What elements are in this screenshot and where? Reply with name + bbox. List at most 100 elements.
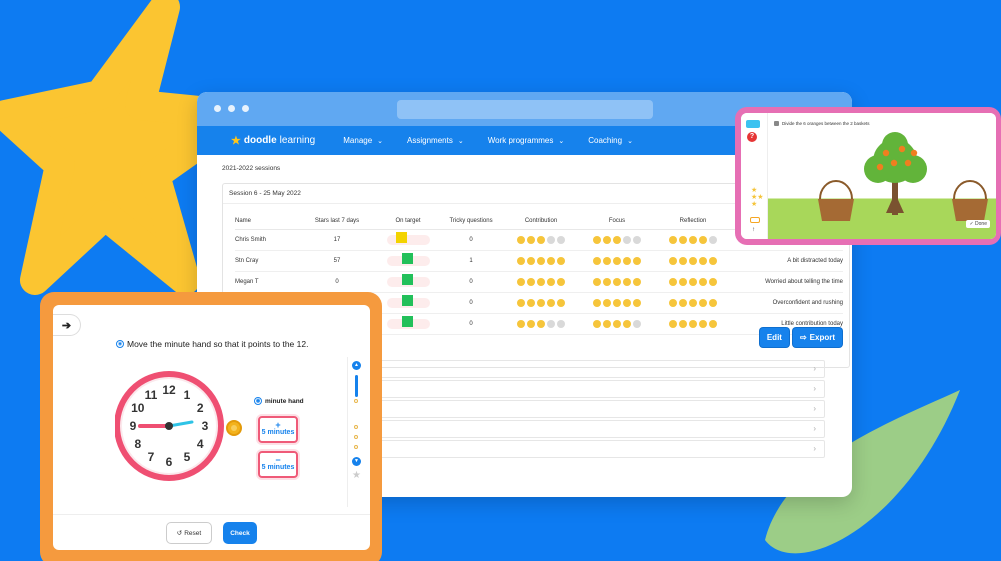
rating-dot xyxy=(527,278,535,286)
rating-dot xyxy=(633,257,641,265)
tablet-frame: ? ★ ★★ ★ ↑ Divide the 6 oranges between th… xyxy=(735,107,1001,245)
export-label: Export xyxy=(809,333,835,342)
rating-dot xyxy=(537,320,545,328)
rating-dot xyxy=(593,320,601,328)
window-dot xyxy=(214,105,221,112)
reset-icon: ↺ xyxy=(176,530,183,537)
cell-focus[interactable] xyxy=(579,229,655,251)
rating-dot xyxy=(593,278,601,286)
nav-label: Assignments xyxy=(407,136,453,145)
rating-dot xyxy=(669,299,677,307)
col-name[interactable]: Name xyxy=(235,214,297,230)
cell-focus[interactable] xyxy=(579,292,655,314)
rating-dot xyxy=(679,236,687,244)
rating-dot xyxy=(527,299,535,307)
cell-reflection[interactable] xyxy=(655,313,731,335)
rating-dot xyxy=(613,257,621,265)
arrow-up-icon[interactable]: ↑ xyxy=(752,227,755,233)
cell-contribution[interactable] xyxy=(503,292,579,314)
rating-dot xyxy=(557,236,565,244)
star-icon: ★ xyxy=(231,135,241,147)
col-stars[interactable]: Stars last 7 days xyxy=(297,214,377,230)
col-target[interactable]: On target xyxy=(377,214,439,230)
rating-dot xyxy=(709,278,717,286)
clock-number: 7 xyxy=(148,450,155,464)
rating-dot xyxy=(603,299,611,307)
analog-clock[interactable]: 12 12 3 45678 9 1011 xyxy=(115,364,224,489)
rating-dot xyxy=(537,278,545,286)
cell-tricky: 0 xyxy=(439,313,503,335)
cell-reflection[interactable] xyxy=(655,292,731,314)
rating-dot xyxy=(517,236,525,244)
tablet-chip[interactable] xyxy=(746,120,760,128)
cell-focus[interactable] xyxy=(579,271,655,293)
progress-scrollbar[interactable]: ▲ ▼ ★ xyxy=(347,357,365,507)
nav-work-programmes[interactable]: Work programmes ⌄ xyxy=(488,136,565,145)
cell-target xyxy=(377,292,439,314)
cell-focus[interactable] xyxy=(579,313,655,335)
col-contribution[interactable]: Contribution xyxy=(503,214,579,230)
rating-dot xyxy=(699,320,707,328)
edit-button[interactable]: Edit xyxy=(759,328,789,347)
rating-dot xyxy=(689,299,697,307)
done-button[interactable]: ✓ Done xyxy=(966,220,990,228)
minus-5-minutes-button[interactable]: −5 minutes xyxy=(258,451,298,478)
rating-dot xyxy=(633,278,641,286)
cell-reflection[interactable] xyxy=(655,271,731,293)
rating-dot xyxy=(679,257,687,265)
cell-contribution[interactable] xyxy=(503,313,579,335)
table-row[interactable]: Stn Cray 57 1 A bit distracted today xyxy=(235,250,843,272)
minute-hand-drag-handle[interactable] xyxy=(223,417,245,439)
cell-reflection[interactable] xyxy=(655,229,731,251)
rating-dot xyxy=(623,299,631,307)
chevron-right-icon: › xyxy=(813,384,816,393)
cell-contribution[interactable] xyxy=(503,271,579,293)
cell-name: Chris Smith xyxy=(235,229,297,251)
export-button[interactable]: ⇨ Export xyxy=(792,328,842,347)
col-reflection[interactable]: Reflection xyxy=(655,214,731,230)
chevron-down-icon: ⌄ xyxy=(558,137,565,145)
chevron-right-icon: › xyxy=(813,404,816,413)
plus-5-minutes-button[interactable]: +5 minutes xyxy=(258,416,298,443)
reset-button[interactable]: ↺ Reset xyxy=(166,522,212,544)
clock-number: 11 xyxy=(145,388,158,402)
help-icon[interactable]: ? xyxy=(747,132,757,142)
cell-focus[interactable] xyxy=(579,250,655,272)
nav-label: Work programmes xyxy=(487,136,554,145)
cell-contribution[interactable] xyxy=(503,250,579,272)
address-bar[interactable] xyxy=(397,100,653,119)
cell-stars: 0 xyxy=(297,271,377,293)
rating-dot xyxy=(699,257,707,265)
rating-dot xyxy=(679,278,687,286)
arrow-down-icon[interactable]: ▼ xyxy=(352,457,361,466)
col-focus[interactable]: Focus xyxy=(579,214,655,230)
orchard-scene: Divide the 6 oranges between the 2 baske… xyxy=(768,113,996,239)
nav-manage[interactable]: Manage ⌄ xyxy=(343,136,383,145)
chevron-right-icon: › xyxy=(813,424,816,433)
clock-number: 4 xyxy=(197,437,204,451)
rating-dot xyxy=(547,278,555,286)
speaker-icon[interactable]: ◉ xyxy=(116,340,124,348)
speaker-icon[interactable]: ◉ xyxy=(254,397,262,405)
rating-dot xyxy=(679,320,687,328)
cell-stars: 57 xyxy=(297,250,377,272)
table-row[interactable]: Megan T 0 0 Worried about telling the time xyxy=(235,271,843,293)
task-footer: ↺ Reset Check xyxy=(53,514,370,550)
nav-coaching[interactable]: Coaching ⌄ xyxy=(588,136,633,145)
check-button[interactable]: Check xyxy=(223,522,257,544)
arrow-up-icon[interactable]: ▲ xyxy=(352,361,361,370)
rating-dot xyxy=(689,320,697,328)
rating-dot xyxy=(669,320,677,328)
clock-number: 1 xyxy=(184,388,191,402)
cell-note: Overconfident and rushing xyxy=(731,292,843,314)
clock-task-card: ➔ ◉ Move the minute hand so that it poin… xyxy=(40,292,382,561)
cell-reflection[interactable] xyxy=(655,250,731,272)
nav-assignments[interactable]: Assignments ⌄ xyxy=(407,136,464,145)
col-tricky[interactable]: Tricky questions xyxy=(439,214,503,230)
cell-contribution[interactable] xyxy=(503,229,579,251)
brand-logo[interactable]: ★ doodle learning xyxy=(231,134,315,147)
on-target-indicator xyxy=(386,295,430,308)
rating-dot xyxy=(633,236,641,244)
rating-dot xyxy=(537,257,545,265)
arrow-right-icon[interactable]: ➔ xyxy=(53,314,81,336)
